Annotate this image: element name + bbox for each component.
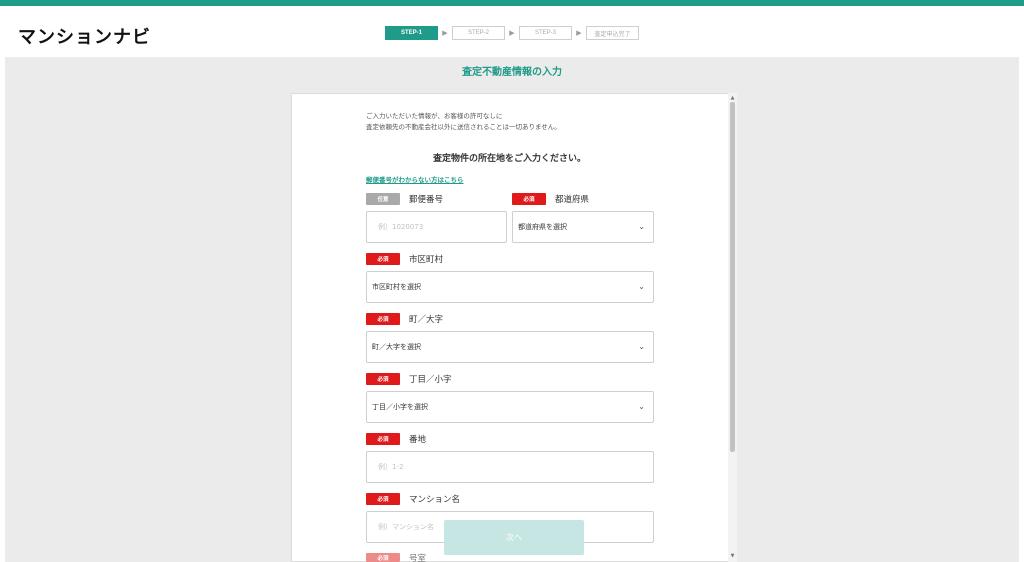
- postal-code-input[interactable]: 例）1020073: [366, 211, 507, 243]
- notice-line: 査定依頼先の不動産会社以外に送信されることは一切ありません。: [366, 123, 561, 131]
- required-badge: 必須: [366, 373, 400, 385]
- required-badge: 必須: [366, 433, 400, 445]
- required-badge: 必須: [512, 193, 546, 205]
- chevron-down-icon: ⌄: [638, 222, 645, 231]
- step-indicator: STEP-1 ▶ STEP-2 ▶ STEP-3 ▶ 査定申込完了: [385, 25, 639, 41]
- chevron-down-icon: ⌄: [638, 282, 645, 291]
- mansion-placeholder: 例）マンション名: [378, 523, 434, 531]
- scroll-up-icon[interactable]: ▲: [728, 94, 737, 102]
- city-select[interactable]: 市区町村を選択 ⌄: [366, 271, 654, 303]
- town-label: 町／大字: [409, 315, 444, 325]
- page-title: 査定不動産情報の入力: [462, 67, 562, 78]
- step-3: STEP-3: [519, 26, 572, 40]
- site-logo[interactable]: マンションナビ: [18, 23, 151, 49]
- city-label: 市区町村: [409, 255, 444, 265]
- required-badge: 必須: [366, 313, 400, 325]
- step-complete: 査定申込完了: [586, 26, 639, 40]
- step-arrow-icon: ▶: [576, 29, 582, 37]
- postal-placeholder: 例）1020073: [378, 223, 424, 231]
- town-select[interactable]: 町／大字を選択 ⌄: [366, 331, 654, 363]
- next-button[interactable]: 次へ: [444, 520, 584, 555]
- banchi-input[interactable]: 例）1-2: [366, 451, 654, 483]
- top-accent-bar: [0, 0, 1024, 6]
- prefecture-select[interactable]: 都道府県を選択 ⌄: [512, 211, 654, 243]
- privacy-notice: ご入力いただいた情報が、お客様の許可なしに 査定依頼先の不動産会社以外に送信され…: [366, 111, 561, 133]
- step-arrow-icon: ▶: [509, 29, 515, 37]
- city-value: 市区町村を選択: [372, 283, 421, 291]
- chome-value: 丁目／小字を選択: [372, 403, 428, 411]
- notice-line: ご入力いただいた情報が、お客様の許可なしに: [366, 112, 503, 120]
- step-1: STEP-1: [385, 26, 438, 40]
- banchi-label: 番地: [409, 435, 427, 445]
- section-title: 査定物件の所在地をご入力ください。: [432, 154, 586, 164]
- prefecture-value: 都道府県を選択: [518, 223, 567, 231]
- step-2: STEP-2: [452, 26, 505, 40]
- required-badge: 必須: [366, 493, 400, 505]
- required-badge: 必須: [366, 253, 400, 265]
- postal-label: 郵便番号: [409, 195, 444, 205]
- scroll-down-icon[interactable]: ▼: [728, 552, 737, 560]
- room-label: 号室: [409, 554, 427, 562]
- chome-label: 丁目／小字: [409, 375, 452, 385]
- step-arrow-icon: ▶: [442, 29, 448, 37]
- required-badge: 必須: [366, 553, 400, 562]
- optional-badge: 任意: [366, 193, 400, 205]
- banchi-placeholder: 例）1-2: [378, 463, 404, 471]
- chome-select[interactable]: 丁目／小字を選択 ⌄: [366, 391, 654, 423]
- chevron-down-icon: ⌄: [638, 402, 645, 411]
- mansion-label: マンション名: [409, 495, 461, 505]
- chevron-down-icon: ⌄: [638, 342, 645, 351]
- scrollbar-thumb[interactable]: [730, 102, 735, 452]
- town-value: 町／大字を選択: [372, 343, 421, 351]
- zip-help-link[interactable]: 郵便番号がわからない方はこちら: [366, 174, 464, 184]
- prefecture-label: 都道府県: [555, 195, 590, 205]
